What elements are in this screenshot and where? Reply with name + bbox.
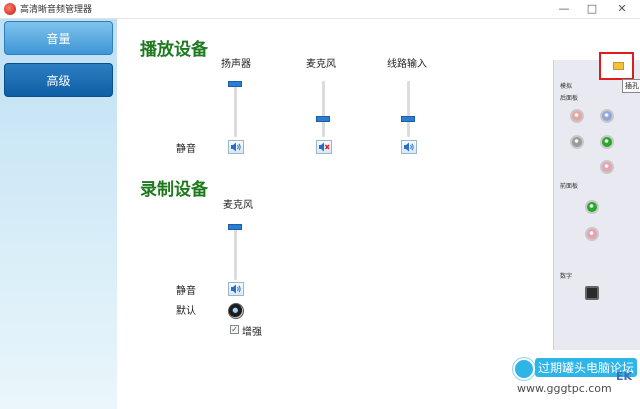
speaker-label: 扬声器 [221, 59, 251, 70]
front-panel-label: 前面板 [560, 183, 579, 190]
watermark: 过期罐头电脑论坛 www.gggtpc.com EK [495, 348, 640, 409]
close-button[interactable]: ✕ [610, 0, 634, 18]
playback-section-title: 播放设备 [140, 40, 208, 60]
title-bar: 高清晰音频管理器 — □ ✕ [0, 0, 640, 19]
slider-track [234, 81, 237, 137]
jack-panel: 模拟 后面板 前面板 数字 [553, 60, 640, 350]
rear-panel-label: 后面板 [560, 95, 579, 102]
boost-checkbox[interactable]: ✓ [230, 325, 239, 334]
slider-track [322, 81, 325, 137]
maximize-button[interactable]: □ [580, 0, 604, 18]
watermark-url: www.gggtpc.com [517, 382, 612, 395]
slider-track [234, 224, 237, 280]
recording-microphone-volume-slider[interactable] [228, 224, 242, 280]
rear-jack[interactable] [600, 135, 614, 149]
boost-label: 增强 [242, 327, 262, 338]
rear-jack[interactable] [600, 160, 614, 174]
watermark-logo-icon [513, 358, 535, 380]
front-jack[interactable] [585, 227, 599, 241]
slider-track [407, 81, 410, 137]
speaker-mute-button[interactable] [228, 140, 244, 154]
main-panel: 播放设备 扬声器 麦克风 线路输入 静音 录制设备 麦克风 静音 默认 ✓ 增强 [117, 19, 553, 409]
playback-mute-label: 静音 [176, 144, 196, 155]
digital-jack[interactable] [585, 286, 599, 300]
recording-mute-button[interactable] [228, 282, 244, 296]
speaker-volume-slider[interactable] [228, 81, 242, 137]
line-in-mute-button[interactable] [401, 140, 417, 154]
sidebar: 音量 高级 [0, 19, 117, 409]
default-device-button[interactable] [228, 303, 244, 319]
nav-advanced-button[interactable]: 高级 [4, 63, 113, 97]
recording-microphone-label: 麦克风 [223, 200, 253, 211]
rear-jack[interactable] [570, 109, 584, 123]
rear-jack[interactable] [570, 135, 584, 149]
microphone-label: 麦克风 [306, 59, 336, 70]
speaker-icon [231, 284, 241, 294]
recording-mute-label: 静音 [176, 286, 196, 297]
watermark-suffix: EK [616, 370, 633, 383]
tooltip: 插孔 [622, 79, 640, 93]
nav-volume-button[interactable]: 音量 [4, 21, 113, 55]
speaker-icon [231, 142, 241, 152]
recording-section-title: 录制设备 [140, 180, 208, 200]
default-device-label: 默认 [176, 306, 196, 317]
slider-thumb[interactable] [228, 81, 242, 87]
analog-label: 模拟 [560, 83, 573, 90]
app-logo-icon [4, 3, 16, 15]
line-in-label: 线路输入 [387, 59, 427, 70]
slider-thumb[interactable] [401, 116, 415, 122]
front-jack[interactable] [585, 200, 599, 214]
microphone-mute-button[interactable] [316, 140, 332, 154]
speaker-muted-icon [319, 142, 330, 152]
slider-thumb[interactable] [316, 116, 330, 122]
folder-icon [613, 62, 624, 70]
minimize-button[interactable]: — [552, 0, 576, 18]
microphone-volume-slider[interactable] [316, 81, 330, 137]
connector-settings-button[interactable] [599, 52, 634, 80]
digital-label: 数字 [560, 273, 573, 280]
slider-thumb[interactable] [228, 224, 242, 230]
speaker-icon [404, 142, 414, 152]
window-title: 高清晰音频管理器 [20, 5, 93, 15]
line-in-volume-slider[interactable] [401, 81, 415, 137]
rear-jack[interactable] [600, 109, 614, 123]
